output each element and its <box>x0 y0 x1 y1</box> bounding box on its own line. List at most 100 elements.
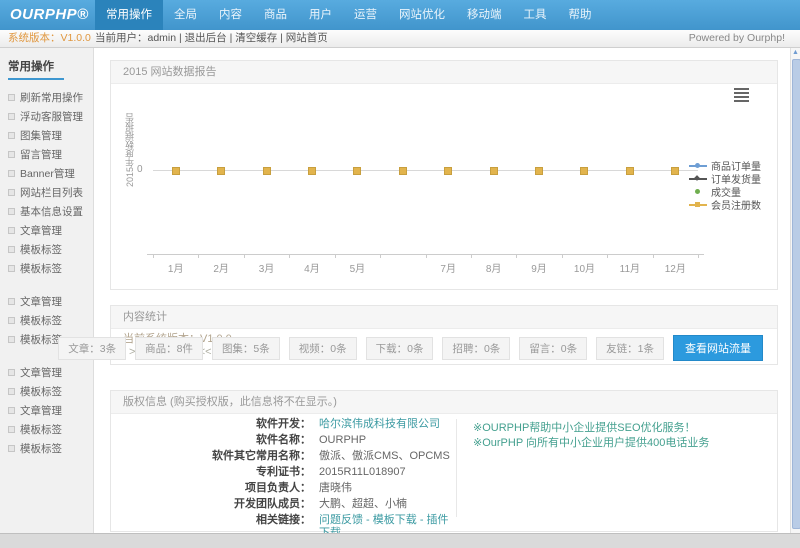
x-axis-tick <box>698 254 699 258</box>
scrollbar-thumb[interactable] <box>792 59 800 529</box>
data-point-marker[interactable] <box>671 167 679 175</box>
legend-marker <box>695 163 700 168</box>
copyright-row: 开发团队成员：大鹏、超超、小楠 <box>111 498 453 511</box>
copyright-row-label: 软件其它常用名称： <box>111 450 311 463</box>
sidebar-item[interactable]: Banner管理 <box>0 164 93 183</box>
copyright-row-value: 唐晓伟 <box>319 482 352 495</box>
top-nav-item[interactable]: 商品 <box>253 0 298 30</box>
promo-notes: ※OURPHP帮助中小企业提供SEO优化服务！※OurPHP 向所有中小企业用户… <box>473 421 709 451</box>
stats-panel: 内容统计 当前系统版本：V1.0.0 >>>检测版本<<< 文章：3条商品：8件… <box>110 305 778 365</box>
sidebar-item-label: 模板标签 <box>20 384 62 399</box>
sidebar-item-label: 文章管理 <box>20 365 62 380</box>
legend-marker-icon <box>689 175 707 182</box>
stat-badge[interactable]: 友链：1条 <box>596 337 664 360</box>
top-nav-item[interactable]: 移动端 <box>456 0 513 30</box>
data-point-marker[interactable] <box>490 167 498 175</box>
copyright-row-label: 项目负责人： <box>111 482 311 495</box>
data-point-marker[interactable] <box>172 167 180 175</box>
sidebar-item-label: 模板标签 <box>20 242 62 257</box>
x-axis-tick <box>244 254 245 258</box>
copyright-panel: 版权信息 (购买授权版，此信息将不在显示。) 软件开发：哈尔滨伟成科技有限公司软… <box>110 390 778 532</box>
stat-badge[interactable]: 招聘：0条 <box>442 337 510 360</box>
sidebar-item[interactable]: 图集管理 <box>0 126 93 145</box>
sidebar-item[interactable]: 模板标签 <box>0 311 93 330</box>
x-axis-tick <box>426 254 427 258</box>
sidebar-item[interactable]: 模板标签 <box>0 240 93 259</box>
copyright-row-value: 大鹏、超超、小楠 <box>319 498 407 511</box>
legend-marker <box>695 189 700 194</box>
scrollbar[interactable]: ▲ <box>790 48 800 533</box>
x-axis-tick-label: 4月 <box>304 260 320 275</box>
top-nav-item[interactable]: 全局 <box>163 0 208 30</box>
data-point-marker[interactable] <box>353 167 361 175</box>
stat-badge[interactable]: 留言：0条 <box>519 337 587 360</box>
sidebar-item[interactable]: 文章管理 <box>0 363 93 382</box>
top-nav-item[interactable]: 运营 <box>343 0 388 30</box>
x-axis-tick-label: 2月 <box>213 260 229 275</box>
stat-badge[interactable]: 文章：3条 <box>58 337 126 360</box>
sidebar-group: 文章管理模板标签文章管理模板标签模板标签 <box>0 363 93 458</box>
top-nav-item[interactable]: 工具 <box>513 0 558 30</box>
user-session-links[interactable]: 当前用户：admin | 退出后台 | 清空缓存 | 网站首页 <box>95 30 328 47</box>
bullet-icon <box>8 246 15 253</box>
copyright-row-value[interactable]: 哈尔滨伟成科技有限公司 <box>319 418 440 431</box>
chart-panel-title: 2015 网站数据报告 <box>111 61 777 84</box>
data-point-marker[interactable] <box>580 167 588 175</box>
promo-note: ※OURPHP帮助中小企业提供SEO优化服务！ <box>473 421 709 436</box>
data-point-marker[interactable] <box>535 167 543 175</box>
copyright-row-label: 软件开发： <box>111 418 311 431</box>
sidebar-item-label: 模板标签 <box>20 441 62 456</box>
sidebar-item[interactable]: 留言管理 <box>0 145 93 164</box>
sidebar-item[interactable]: 刷新常用操作 <box>0 88 93 107</box>
hamburger-menu-icon[interactable] <box>734 88 749 104</box>
sidebar-item[interactable]: 模板标签 <box>0 420 93 439</box>
sidebar-item[interactable]: 浮动客服管理 <box>0 107 93 126</box>
x-axis-tick <box>653 254 654 258</box>
legend-item[interactable]: 会员注册数 <box>689 198 761 211</box>
top-navbar: OURPHP® 常用操作全局内容商品用户运营网站优化移动端工具帮助 <box>0 0 800 30</box>
data-point-marker[interactable] <box>626 167 634 175</box>
status-bar: 系统版本：V1.0.0 当前用户：admin | 退出后台 | 清空缓存 | 网… <box>0 30 800 48</box>
bullet-icon <box>8 369 15 376</box>
y-axis-zero-tick: 0 <box>137 164 143 175</box>
copyright-row: 软件开发： 哈尔滨伟成科技有限公司 <box>111 418 453 431</box>
x-axis-tick-label: 3月 <box>259 260 275 275</box>
legend-marker-icon <box>689 162 707 169</box>
data-point-marker[interactable] <box>399 167 407 175</box>
top-nav-item[interactable]: 内容 <box>208 0 253 30</box>
stats-panel-title: 内容统计 <box>111 306 777 329</box>
data-point-marker[interactable] <box>308 167 316 175</box>
content-stat-badges: 文章：3条商品：8件图集：5条视频：0条下载：0条招聘：0条留言：0条友链：1条… <box>58 335 763 361</box>
sidebar: 常用操作 刷新常用操作浮动客服管理图集管理留言管理Banner管理网站栏目列表基… <box>0 48 94 533</box>
bullet-icon <box>8 407 15 414</box>
stat-badge[interactable]: 图集：5条 <box>212 337 280 360</box>
data-point-marker[interactable] <box>444 167 452 175</box>
top-nav-item[interactable]: 帮助 <box>558 0 603 30</box>
sidebar-item[interactable]: 文章管理 <box>0 221 93 240</box>
sidebar-item[interactable]: 模板标签 <box>0 382 93 401</box>
legend-marker-icon <box>689 188 707 195</box>
scroll-up-arrow-icon[interactable]: ▲ <box>791 48 800 58</box>
x-axis-tick <box>516 254 517 258</box>
sidebar-item[interactable]: 网站栏目列表 <box>0 183 93 202</box>
powered-by: Powered by Ourphp! <box>689 30 785 47</box>
stat-badge[interactable]: 视频：0条 <box>289 337 357 360</box>
chart-legend: 商品订单量订单发货量成交量会员注册数 <box>689 159 761 211</box>
stat-badge[interactable]: 下载：0条 <box>366 337 434 360</box>
sidebar-item[interactable]: 文章管理 <box>0 292 93 311</box>
plot-area: 1月2月3月4月5月7月8月9月10月11月12月 <box>153 146 698 276</box>
sidebar-item[interactable]: 基本信息设置 <box>0 202 93 221</box>
view-traffic-button[interactable]: 查看网站流量 <box>673 335 763 361</box>
sidebar-item[interactable]: 文章管理 <box>0 401 93 420</box>
stat-badge[interactable]: 商品：8件 <box>135 337 203 360</box>
top-nav-item[interactable]: 用户 <box>298 0 343 30</box>
top-nav-item[interactable]: 网站优化 <box>388 0 456 30</box>
data-point-marker[interactable] <box>217 167 225 175</box>
data-point-marker[interactable] <box>263 167 271 175</box>
sidebar-item[interactable]: 模板标签 <box>0 259 93 278</box>
x-axis-tick <box>289 254 290 258</box>
x-axis-tick <box>607 254 608 258</box>
sidebar-item-label: 文章管理 <box>20 403 62 418</box>
top-nav-item[interactable]: 常用操作 <box>95 0 163 30</box>
sidebar-item[interactable]: 模板标签 <box>0 439 93 458</box>
